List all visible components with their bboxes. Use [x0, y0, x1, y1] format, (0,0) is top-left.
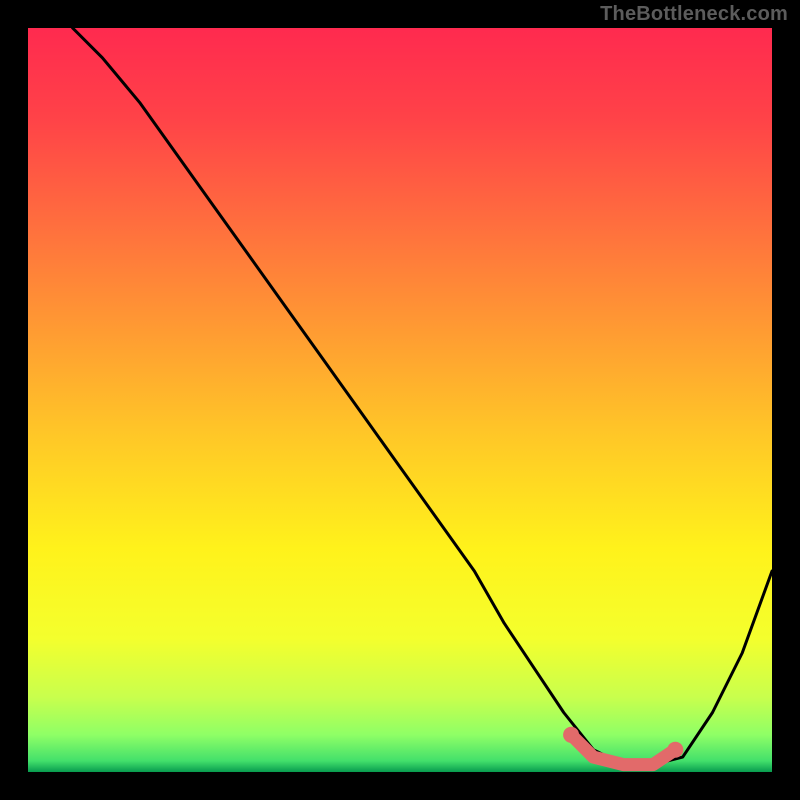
chart-frame: TheBottleneck.com — [0, 0, 800, 800]
curve-layer — [28, 28, 772, 772]
plot-area — [28, 28, 772, 772]
optimal-range-dot — [563, 727, 579, 743]
optimal-range-dot — [667, 742, 683, 758]
bottleneck-curve — [73, 28, 772, 765]
watermark-text: TheBottleneck.com — [600, 3, 788, 26]
